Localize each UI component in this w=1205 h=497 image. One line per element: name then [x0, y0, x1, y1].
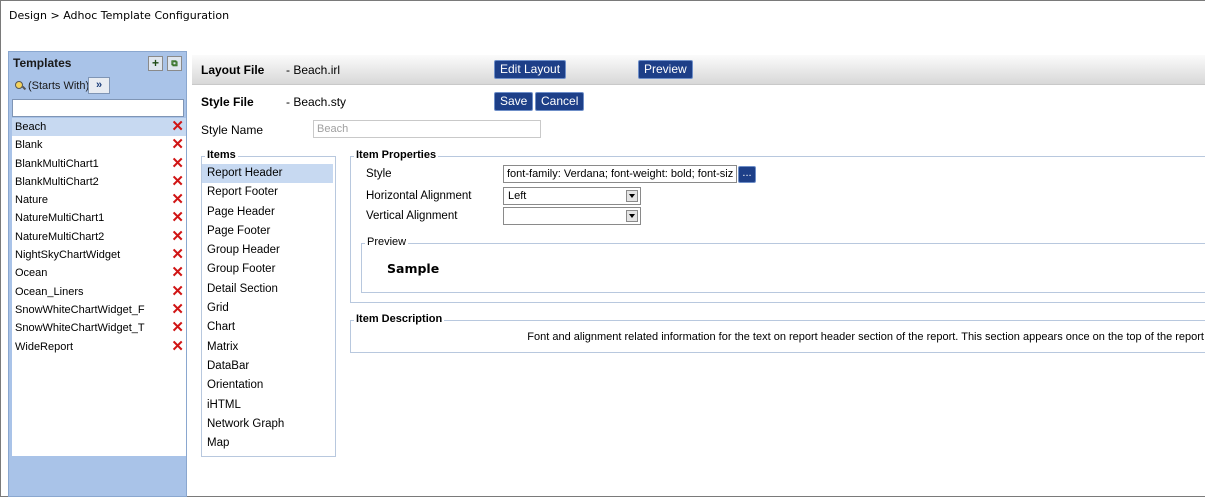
- save-button[interactable]: Save: [494, 92, 534, 111]
- template-name: Ocean: [15, 267, 48, 280]
- breadcrumb: Design > Adhoc Template Configuration: [9, 9, 230, 22]
- delete-icon[interactable]: ✕: [171, 156, 184, 171]
- template-name: Beach: [15, 121, 47, 133]
- template-list-item[interactable]: Beach ✕: [12, 118, 186, 137]
- cancel-button[interactable]: Cancel: [535, 92, 585, 111]
- item-list-entry[interactable]: iHTML: [202, 396, 335, 415]
- style-property-input[interactable]: font-family: Verdana; font-weight: bold;…: [503, 165, 737, 183]
- template-name: WideReport: [15, 340, 74, 353]
- template-name: BlankMultiChart2: [15, 175, 99, 188]
- template-list-item[interactable]: NatureMultiChart2 ✕: [12, 228, 186, 246]
- preview-button[interactable]: Preview: [638, 60, 693, 79]
- delete-icon[interactable]: ✕: [171, 174, 184, 189]
- template-list-item[interactable]: Ocean_Liners ✕: [12, 283, 186, 301]
- item-list-entry[interactable]: Matrix: [202, 338, 335, 357]
- style-property-label: Style: [366, 168, 392, 180]
- template-list-item[interactable]: BlankMultiChart2 ✕: [12, 173, 186, 191]
- layout-file-bar: [192, 55, 1205, 85]
- edit-layout-button[interactable]: Edit Layout: [494, 60, 567, 79]
- delete-icon[interactable]: ✕: [171, 229, 184, 244]
- style-file-label: Style File: [201, 95, 254, 109]
- item-list-entry[interactable]: Group Footer: [202, 260, 335, 279]
- filter-go-button[interactable]: »: [88, 77, 110, 94]
- chevron-down-icon: [626, 190, 638, 202]
- item-description-fieldset: Item Description Font and alignment rela…: [350, 313, 1205, 353]
- template-list-item[interactable]: NightSkyChartWidget ✕: [12, 246, 186, 264]
- templates-panel: Templates + ⧉ (Starts With) » Beach ✕ Blan…: [8, 51, 187, 497]
- item-properties-legend: Item Properties: [354, 149, 439, 161]
- template-name: Blank: [15, 139, 43, 152]
- style-name-input[interactable]: Beach: [313, 120, 541, 138]
- item-list-entry[interactable]: Map: [202, 434, 335, 453]
- template-name: SnowWhiteChartWidget_F: [15, 303, 145, 316]
- item-list-entry[interactable]: Page Footer: [202, 222, 335, 241]
- item-list-entry[interactable]: Report Footer: [202, 183, 335, 202]
- delete-icon[interactable]: ✕: [171, 247, 184, 262]
- style-editor-button[interactable]: ...: [738, 166, 756, 183]
- item-list-entry[interactable]: Report Header: [202, 164, 333, 184]
- delete-icon[interactable]: ✕: [171, 302, 184, 317]
- template-list-item[interactable]: Nature ✕: [12, 191, 186, 209]
- vertical-alignment-select[interactable]: [503, 207, 641, 225]
- horizontal-alignment-label: Horizontal Alignment: [366, 190, 472, 202]
- items-fieldset: Items Report Header Report Footer Page Hea…: [201, 149, 336, 457]
- template-name: SnowWhiteChartWidget_T: [15, 322, 145, 335]
- template-name: Nature: [15, 194, 49, 207]
- item-list-entry[interactable]: Page Header: [202, 203, 335, 222]
- horizontal-alignment-value: Left: [508, 190, 527, 202]
- template-list-item[interactable]: NatureMultiChart1 ✕: [12, 209, 186, 227]
- template-list-item[interactable]: SnowWhiteChartWidget_F ✕: [12, 301, 186, 319]
- template-list-item[interactable]: Blank ✕: [12, 136, 186, 154]
- template-list-item[interactable]: SnowWhiteChartWidget_T ✕: [12, 319, 186, 337]
- preview-sample-text: Sample: [387, 261, 440, 276]
- item-list-entry[interactable]: Group Header: [202, 241, 335, 260]
- style-file-value: - Beach.sty: [286, 95, 347, 109]
- item-list-entry[interactable]: Network Graph: [202, 415, 335, 434]
- template-name: BlankMultiChart1: [15, 157, 99, 170]
- filter-mode-label: (Starts With): [28, 80, 90, 92]
- template-search-input[interactable]: [12, 99, 184, 117]
- delete-icon[interactable]: ✕: [171, 119, 184, 134]
- horizontal-alignment-select[interactable]: Left: [503, 187, 641, 205]
- preview-legend: Preview: [365, 236, 409, 248]
- style-name-label: Style Name: [201, 123, 264, 137]
- templates-title: Templates: [13, 56, 72, 70]
- template-name: NightSkyChartWidget: [15, 249, 121, 262]
- delete-icon[interactable]: ✕: [171, 339, 184, 354]
- delete-icon[interactable]: ✕: [171, 265, 184, 280]
- item-list-entry[interactable]: Orientation: [202, 376, 335, 395]
- item-description-legend: Item Description: [354, 313, 445, 325]
- items-legend: Items: [205, 149, 238, 161]
- add-template-icon[interactable]: +: [148, 56, 163, 71]
- template-list-item[interactable]: Ocean ✕: [12, 264, 186, 282]
- template-list-item[interactable]: WideReport ✕: [12, 338, 186, 356]
- item-list-entry[interactable]: Detail Section: [202, 280, 335, 299]
- delete-icon[interactable]: ✕: [171, 320, 184, 335]
- delete-icon[interactable]: ✕: [171, 192, 184, 207]
- delete-icon[interactable]: ✕: [171, 284, 184, 299]
- template-list: Beach ✕ Blank ✕ BlankMultiChart1 ✕ BlankMultiC…: [12, 118, 186, 456]
- item-list-entry[interactable]: Chart: [202, 318, 335, 337]
- template-name: NatureMultiChart1: [15, 212, 105, 225]
- item-list-entry[interactable]: DataBar: [202, 357, 335, 376]
- template-name: Ocean_Liners: [15, 285, 84, 298]
- items-list: Report Header Report Footer Page Header Pag…: [202, 164, 335, 453]
- layout-file-value: - Beach.irl: [286, 63, 341, 77]
- item-list-entry[interactable]: Grid: [202, 299, 335, 318]
- item-description-text: Font and alignment related information f…: [527, 331, 1204, 343]
- preview-fieldset: Preview Sample: [361, 236, 1205, 293]
- search-icon: [15, 81, 25, 91]
- filter-mode[interactable]: (Starts With): [15, 80, 89, 92]
- template-list-item[interactable]: BlankMultiChart1 ✕: [12, 155, 186, 173]
- delete-icon[interactable]: ✕: [171, 137, 184, 152]
- vertical-alignment-label: Vertical Alignment: [366, 210, 458, 222]
- layout-file-label: Layout File: [201, 63, 265, 77]
- chevron-down-icon: [626, 210, 638, 222]
- template-name: NatureMultiChart2: [15, 230, 105, 243]
- copy-template-icon[interactable]: ⧉: [167, 56, 182, 71]
- delete-icon[interactable]: ✕: [171, 210, 184, 225]
